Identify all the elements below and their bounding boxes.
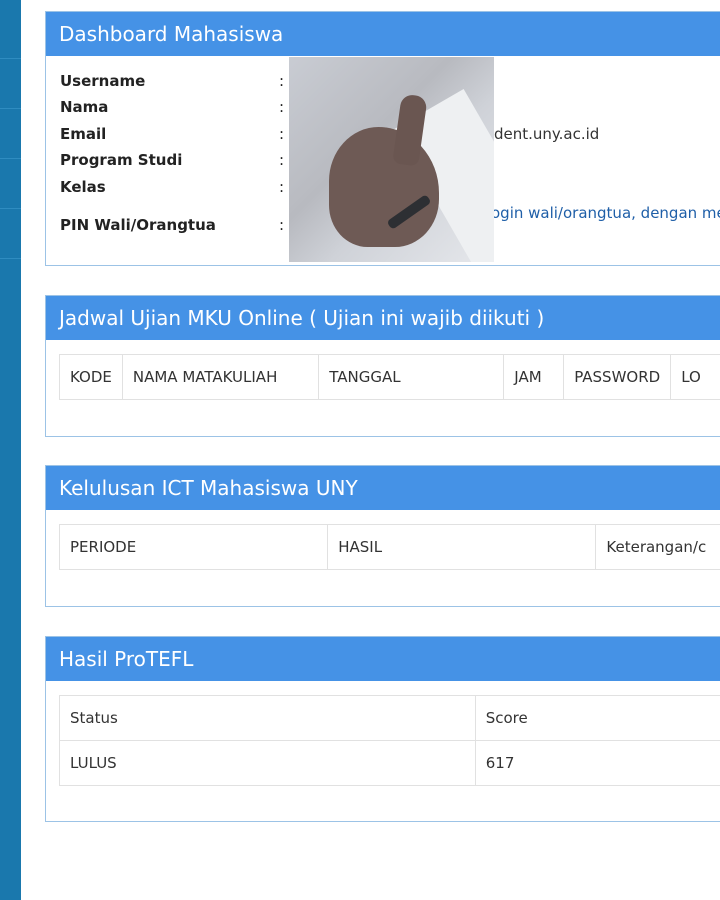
program-studi-colon: : [279,151,285,169]
col-status: Status [59,695,476,741]
sidebar-divider [0,258,21,259]
ict-panel: Kelulusan ICT Mahasiswa UNY PERIODE HASI… [45,465,720,607]
protefl-table: Status Score LULUS 617 [59,695,720,786]
col-jam: JAM [503,354,565,400]
pin-wali-colon: : [279,216,285,234]
col-tanggal: TANGGAL [318,354,505,400]
protefl-panel-title: Hasil ProTEFL [46,637,720,681]
pin-wali-label: PIN Wali/Orangtua [60,216,216,234]
ict-panel-title: Kelulusan ICT Mahasiswa UNY [46,466,720,510]
status-value: LULUS [59,740,476,786]
table-header-row: PERIODE HASIL Keterangan/c [58,524,720,570]
email-colon: : [279,125,285,143]
pin-wali-link[interactable]: ogin wali/orangtua, dengan men [491,204,720,222]
col-score: Score [474,695,720,741]
score-value: 617 [474,740,720,786]
kelas-label: Kelas [60,178,106,196]
profile-panel: Dashboard Mahasiswa Username : Nama : Em… [45,11,720,266]
col-keterangan: Keterangan/c [595,524,720,570]
sidebar [0,0,21,900]
program-studi-label: Program Studi [60,151,183,169]
sidebar-divider [0,208,21,209]
col-nama-matakuliah: NAMA MATAKULIAH [121,354,320,400]
col-lokasi: LO [670,354,720,400]
exam-schedule-panel: Jadwal Ujian MKU Online ( Ujian ini waji… [45,295,720,437]
nama-label: Nama [60,98,109,116]
username-colon: : [279,72,285,90]
table-header-row: KODE NAMA MATAKULIAH TANGGAL JAM PASSWOR… [59,354,720,400]
col-kode: KODE [59,354,123,400]
nama-colon: : [279,98,285,116]
email-value: dent.uny.ac.id [494,125,600,143]
col-password: PASSWORD [563,354,672,400]
protefl-panel: Hasil ProTEFL Status Score LULUS 617 [45,636,720,822]
email-label: Email [60,125,107,143]
table-header-row: Status Score [59,695,720,741]
col-hasil: HASIL [327,524,597,570]
sidebar-divider [0,108,21,109]
exam-schedule-title: Jadwal Ujian MKU Online ( Ujian ini waji… [46,296,720,340]
profile-photo [289,57,494,262]
sidebar-divider [0,58,21,59]
exam-schedule-table: KODE NAMA MATAKULIAH TANGGAL JAM PASSWOR… [59,354,720,400]
sidebar-divider [0,158,21,159]
ict-table: PERIODE HASIL Keterangan/c [58,524,720,570]
kelas-colon: : [279,178,285,196]
username-label: Username [60,72,146,90]
col-periode: PERIODE [58,524,329,570]
profile-panel-title: Dashboard Mahasiswa [46,12,720,56]
table-row: LULUS 617 [59,740,720,786]
